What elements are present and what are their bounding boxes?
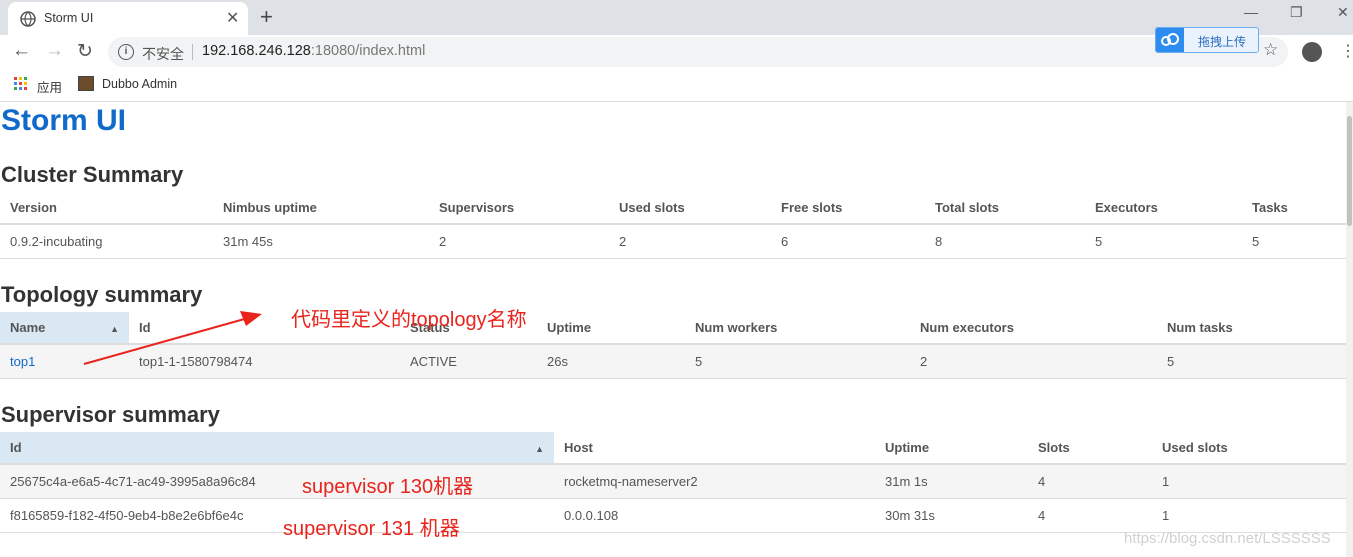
globe-icon <box>20 11 36 27</box>
minimize-icon[interactable]: — <box>1244 4 1258 20</box>
apps-grid-icon[interactable] <box>14 77 28 91</box>
browser-menu-icon[interactable]: ⋮ <box>1340 41 1353 61</box>
window-close-icon[interactable]: ✕ <box>1337 4 1349 21</box>
insecure-label[interactable]: 不安全 <box>142 44 184 64</box>
back-icon[interactable]: ← <box>12 40 31 62</box>
tab-close-icon[interactable]: ✕ <box>226 8 239 28</box>
browser-chrome: Storm UI ✕ + — ❐ ✕ ← → ↻ i 不安全 192.168.2… <box>0 0 1353 102</box>
page-content: Storm UI Cluster Summary Version Nimbus u… <box>0 102 1353 557</box>
drag-upload-extension[interactable]: 拖拽上传 <box>1155 27 1259 53</box>
tab-strip: Storm UI ✕ + — ❐ ✕ <box>0 0 1353 35</box>
tab-title: Storm UI <box>44 11 94 25</box>
supervisor-130-annotation: supervisor 130机器 <box>302 476 474 498</box>
cloud-icon <box>1156 28 1184 52</box>
bookmarks-bar <box>0 69 1353 102</box>
bookmark-star-icon[interactable]: ☆ <box>1263 40 1278 60</box>
url-host: 192.168.246.128 <box>202 43 311 59</box>
new-tab-button[interactable]: + <box>260 4 273 30</box>
omnibox-divider <box>192 44 193 60</box>
topology-name-annotation: 代码里定义的topology名称 <box>291 309 527 331</box>
bookmark-dubbo-admin[interactable]: Dubbo Admin <box>102 77 177 91</box>
drag-upload-label: 拖拽上传 <box>1198 35 1247 49</box>
browser-toolbar: ← → ↻ i 不安全 192.168.246.128:18080/index.… <box>0 35 1353 69</box>
reload-icon[interactable]: ↻ <box>77 40 93 63</box>
address-bar[interactable]: i 不安全 192.168.246.128:18080/index.html <box>108 37 1288 67</box>
forward-icon[interactable]: → <box>45 40 64 62</box>
dubbo-bookmark-icon <box>78 76 94 91</box>
supervisor-131-annotation: supervisor 131 机器 <box>283 518 460 540</box>
watermark: https://blog.csdn.net/LSSSSSS <box>1124 530 1331 547</box>
account-avatar-icon[interactable] <box>1302 42 1322 62</box>
restore-icon[interactable]: ❐ <box>1290 4 1303 21</box>
url-text[interactable]: 192.168.246.128:18080/index.html <box>202 43 425 59</box>
tab-storm-ui[interactable]: Storm UI ✕ <box>8 2 248 35</box>
annotation-arrow <box>83 311 262 365</box>
url-path: :18080/index.html <box>310 43 426 59</box>
info-icon[interactable]: i <box>118 44 134 60</box>
bookmark-apps[interactable]: 应用 <box>37 77 62 96</box>
